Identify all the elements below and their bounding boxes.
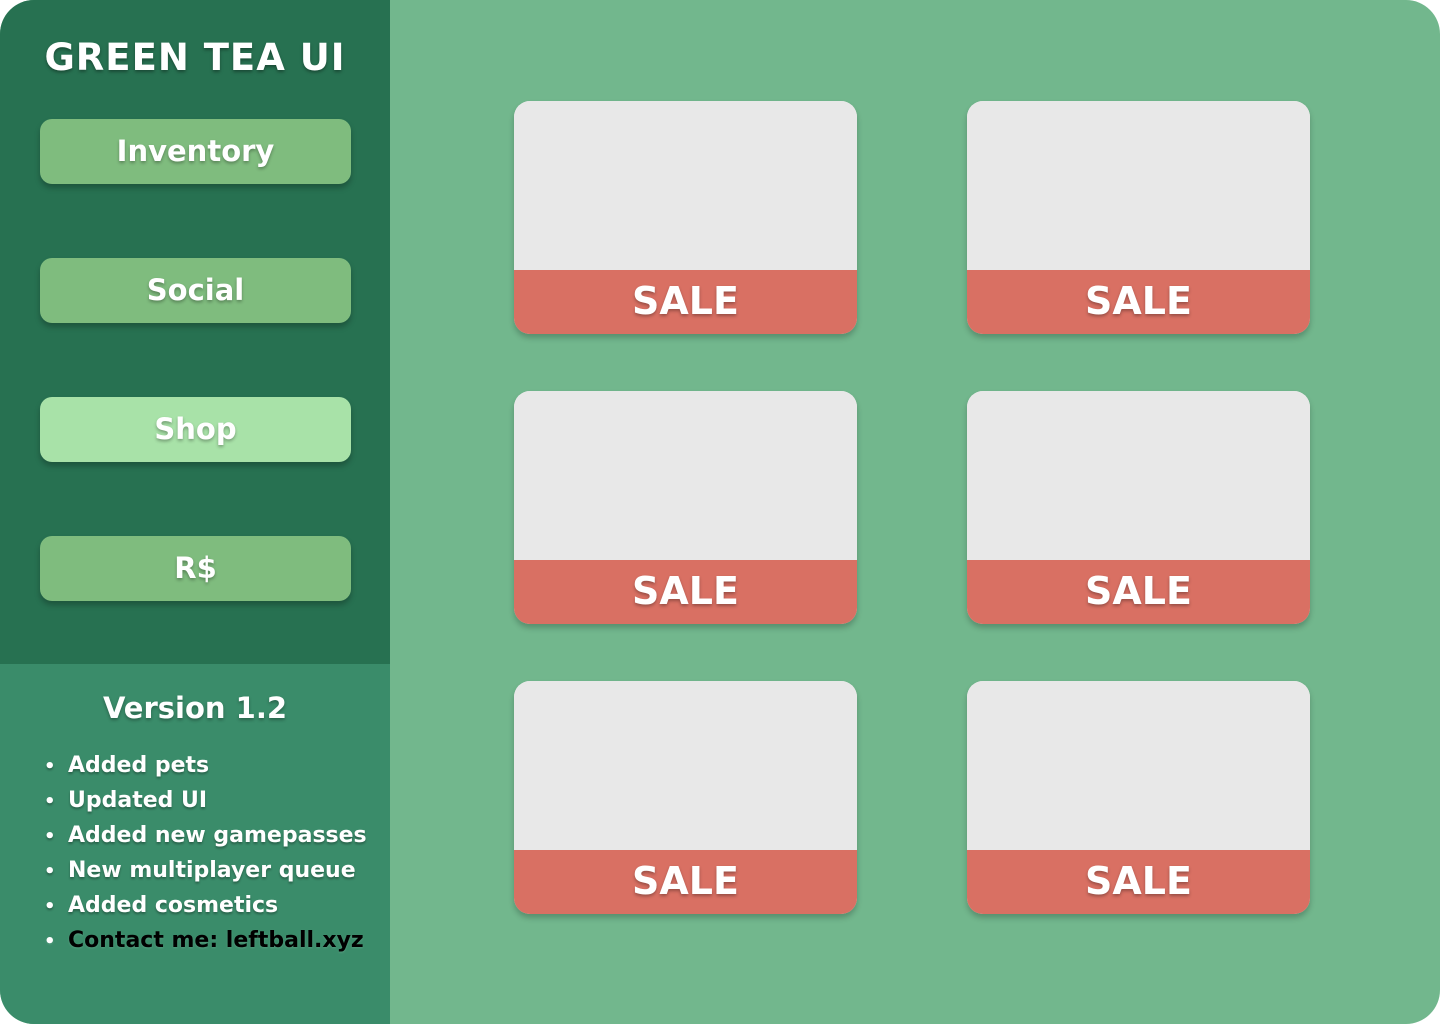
changelog-item: • Added cosmetics bbox=[44, 888, 367, 923]
app-title: GREEN TEA UI bbox=[44, 36, 346, 79]
social-button[interactable]: Social bbox=[40, 258, 351, 323]
sale-banner: SALE bbox=[514, 270, 857, 334]
sale-banner: SALE bbox=[514, 560, 857, 624]
changelog-panel: Version 1.2 • Added pets • Updated UI • Add… bbox=[0, 664, 390, 1024]
shop-item-card[interactable]: SALE bbox=[967, 101, 1310, 334]
contact-text: Contact me: leftball.xyz bbox=[68, 928, 364, 953]
bullet-icon: • bbox=[44, 931, 56, 952]
sale-banner: SALE bbox=[967, 850, 1310, 914]
sale-banner: SALE bbox=[514, 850, 857, 914]
changelog-list: • Added pets • Updated UI • Added new gamep… bbox=[44, 748, 367, 958]
item-image-placeholder bbox=[967, 681, 1310, 850]
item-image-placeholder bbox=[514, 391, 857, 560]
sidebar: GREEN TEA UI Inventory Social Shop R$ bbox=[0, 0, 390, 664]
changelog-contact-item: • Contact me: leftball.xyz bbox=[44, 923, 367, 958]
sale-banner: SALE bbox=[967, 560, 1310, 624]
changelog-item: • New multiplayer queue bbox=[44, 853, 367, 888]
changelog-item: • Added pets bbox=[44, 748, 367, 783]
changelog-item: • Updated UI bbox=[44, 783, 367, 818]
app-window: GREEN TEA UI Inventory Social Shop R$ Ve… bbox=[0, 0, 1440, 1024]
shop-item-card[interactable]: SALE bbox=[514, 391, 857, 624]
item-image-placeholder bbox=[967, 101, 1310, 270]
item-image-placeholder bbox=[514, 101, 857, 270]
changelog-item-text: Added pets bbox=[68, 753, 210, 778]
inventory-button[interactable]: Inventory bbox=[40, 119, 351, 184]
changelog-item-text: New multiplayer queue bbox=[68, 858, 356, 883]
robux-button[interactable]: R$ bbox=[40, 536, 351, 601]
shop-item-card[interactable]: SALE bbox=[967, 391, 1310, 624]
changelog-item: • Added new gamepasses bbox=[44, 818, 367, 853]
bullet-icon: • bbox=[44, 791, 56, 812]
sale-banner: SALE bbox=[967, 270, 1310, 334]
item-image-placeholder bbox=[967, 391, 1310, 560]
shop-item-card[interactable]: SALE bbox=[514, 681, 857, 914]
changelog-item-text: Added cosmetics bbox=[68, 893, 279, 918]
bullet-icon: • bbox=[44, 861, 56, 882]
bullet-icon: • bbox=[44, 826, 56, 847]
version-title: Version 1.2 bbox=[102, 691, 288, 725]
shop-button[interactable]: Shop bbox=[40, 397, 351, 462]
bullet-icon: • bbox=[44, 756, 56, 777]
changelog-item-text: Updated UI bbox=[68, 788, 208, 813]
item-image-placeholder bbox=[514, 681, 857, 850]
bullet-icon: • bbox=[44, 896, 56, 917]
changelog-item-text: Added new gamepasses bbox=[68, 823, 367, 848]
shop-item-card[interactable]: SALE bbox=[967, 681, 1310, 914]
shop-item-card[interactable]: SALE bbox=[514, 101, 857, 334]
